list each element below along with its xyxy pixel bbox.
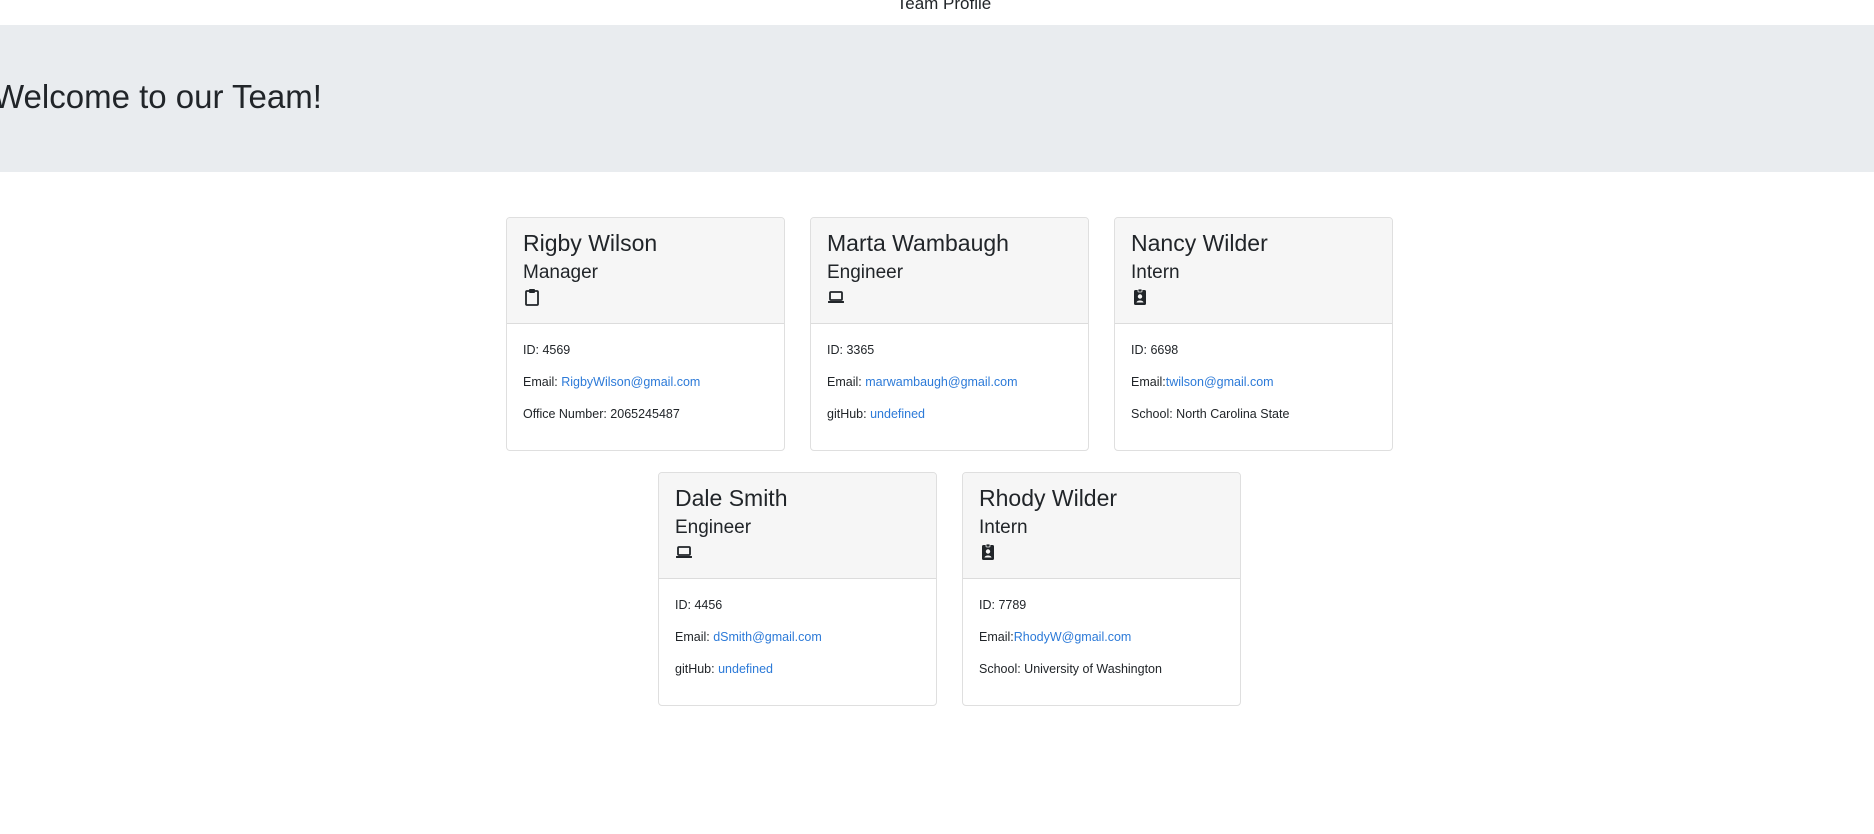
page-title: Team Profile (896, 0, 992, 13)
card-body: ID: 3365 Email: marwambaugh@gmail.com gi… (811, 324, 1088, 422)
email-link[interactable]: dSmith@gmail.com (713, 630, 822, 644)
member-email-line: Email:RhodyW@gmail.com (979, 629, 1224, 645)
member-email-line: Email: RigbyWilson@gmail.com (523, 374, 768, 390)
email-link[interactable]: twilson@gmail.com (1166, 375, 1274, 389)
card-body: ID: 4569 Email: RigbyWilson@gmail.com Of… (507, 324, 784, 422)
member-role: Engineer (827, 262, 904, 283)
member-name: Rigby Wilson (523, 230, 658, 256)
member-email-line: Email: dSmith@gmail.com (675, 629, 920, 645)
member-id: ID: 3365 (827, 343, 875, 357)
email-label: Email: (979, 630, 1014, 644)
email-link[interactable]: RigbyWilson@gmail.com (561, 375, 700, 389)
email-label: Email: (523, 375, 562, 389)
github-line: gitHub: undefined (827, 406, 1072, 422)
github-link[interactable]: undefined (718, 662, 773, 676)
member-id: ID: 4569 (523, 343, 571, 357)
card-body: ID: 7789 Email:RhodyW@gmail.com School: … (963, 579, 1240, 677)
card-header: Marta Wambaugh Engineer (811, 218, 1088, 324)
member-id: ID: 6698 (1131, 343, 1179, 357)
github-label: gitHub: (827, 407, 871, 421)
member-role: Manager (523, 262, 598, 283)
github-label: gitHub: (675, 662, 719, 676)
email-link[interactable]: RhodyW@gmail.com (1014, 630, 1132, 644)
team-member-card: Dale Smith Engineer ID: 4456 Email: dSmi… (658, 472, 937, 706)
team-member-card: Marta Wambaugh Engineer ID: 3365 Email: … (810, 217, 1089, 451)
card-header: Rhody Wilder Intern (963, 473, 1240, 579)
laptop-icon (828, 291, 844, 303)
member-role: Intern (979, 517, 1028, 538)
welcome-heading: Welcome to our Team! (0, 78, 322, 115)
team-member-card: Rigby Wilson Manager ID: 4569 Email: Rig… (506, 217, 785, 451)
member-role: Engineer (675, 517, 752, 538)
member-name: Rhody Wilder (979, 485, 1118, 511)
card-header: Dale Smith Engineer (659, 473, 936, 579)
member-name: Marta Wambaugh (827, 230, 1009, 256)
member-name: Dale Smith (675, 485, 788, 511)
member-name: Nancy Wilder (1131, 230, 1268, 256)
email-label: Email: (827, 375, 866, 389)
email-link[interactable]: marwambaugh@gmail.com (865, 375, 1017, 389)
id-badge-icon (1134, 288, 1146, 305)
member-role: Intern (1131, 262, 1180, 283)
member-email-line: Email: marwambaugh@gmail.com (827, 374, 1072, 390)
id-badge-icon (982, 543, 994, 560)
team-member-card: Rhody Wilder Intern ID: 7789 Email:Rhody… (962, 472, 1241, 706)
clipboard-icon (525, 289, 539, 306)
member-email-line: Email:twilson@gmail.com (1131, 374, 1376, 390)
card-header: Rigby Wilson Manager (507, 218, 784, 324)
card-body: ID: 6698 Email:twilson@gmail.com School:… (1115, 324, 1392, 422)
team-member-card: Nancy Wilder Intern ID: 6698 Email:twils… (1114, 217, 1393, 451)
github-line: gitHub: undefined (675, 661, 920, 677)
office-number: Office Number: 2065245487 (523, 407, 680, 421)
card-body: ID: 4456 Email: dSmith@gmail.com gitHub:… (659, 579, 936, 677)
school-line: School: University of Washington (979, 662, 1162, 676)
member-id: ID: 7789 (979, 598, 1027, 612)
top-navbar: Team Profile (0, 0, 1874, 25)
school-line: School: North Carolina State (1131, 407, 1290, 421)
member-id: ID: 4456 (675, 598, 723, 612)
github-link[interactable]: undefined (870, 407, 925, 421)
laptop-icon (676, 546, 692, 558)
email-label: Email: (675, 630, 714, 644)
card-header: Nancy Wilder Intern (1115, 218, 1392, 324)
email-label: Email: (1131, 375, 1166, 389)
